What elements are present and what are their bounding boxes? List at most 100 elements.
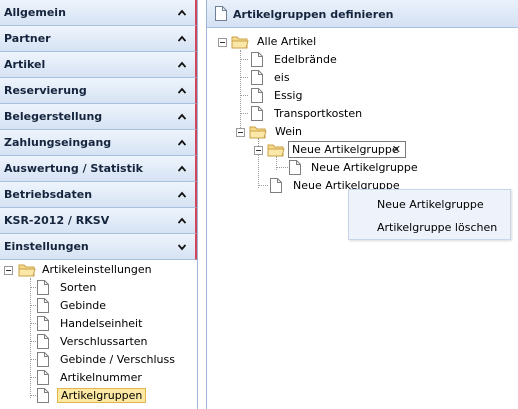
tree-item-label: Neue Artikelgruppe	[311, 161, 418, 174]
nav-section-label: Partner	[4, 32, 51, 45]
tree-root-artikeleinstellungen[interactable]: Artikeleinstellungen	[3, 262, 193, 278]
panel-title: Artikelgruppen definieren	[233, 8, 394, 21]
tree-root-label: Alle Artikel	[257, 35, 317, 48]
nav-section-label: Einstellungen	[4, 240, 89, 253]
tree-item-new-group-editing[interactable]	[253, 142, 289, 158]
nav-section-allgemein[interactable]: Allgemein	[0, 0, 197, 26]
chevron-up-icon[interactable]	[178, 139, 186, 147]
collapse-icon[interactable]	[4, 266, 13, 275]
chevron-down-icon[interactable]	[178, 243, 186, 251]
tree-root-label: Artikeleinstellungen	[42, 263, 152, 276]
tree-item-new-group-child[interactable]: Neue Artikelgruppe	[289, 160, 418, 178]
content-panel: Artikelgruppen definieren Alle Artikel E…	[206, 0, 518, 409]
document-icon	[37, 298, 49, 316]
document-icon	[215, 6, 227, 24]
nav-section-auswertung[interactable]: Auswertung / Statistik	[0, 156, 197, 182]
chevron-up-icon[interactable]	[178, 35, 186, 43]
tree-item-label: Handelseinheit	[60, 317, 143, 330]
nav-section-artikel[interactable]: Artikel	[0, 52, 197, 78]
nav-section-zahlungseingang[interactable]: Zahlungseingang	[0, 130, 197, 156]
chevron-up-icon[interactable]	[178, 61, 186, 69]
tree-item-label: Artikelgruppen	[57, 388, 147, 403]
nav-section-label: Betriebsdaten	[4, 188, 93, 201]
clear-icon[interactable]: ✕	[392, 143, 401, 156]
menu-item-delete-group[interactable]: Artikelgruppe löschen	[349, 215, 512, 239]
collapse-icon[interactable]	[218, 38, 227, 47]
chevron-up-icon[interactable]	[178, 165, 186, 173]
menu-item-new-group[interactable]: Neue Artikelgruppe	[349, 192, 512, 216]
tree-item-artikelgruppen-selected[interactable]: Artikelgruppen	[37, 388, 187, 404]
tree-item-gebinde[interactable]: Gebinde	[37, 298, 187, 314]
document-icon	[251, 70, 263, 88]
folder-open-icon	[18, 263, 36, 280]
rename-input[interactable]: Neue Artikelgruppe ✕	[288, 141, 406, 158]
tree-item-artikelnummer[interactable]: Artikelnummer	[37, 370, 187, 386]
nav-section-betriebsdaten[interactable]: Betriebsdaten	[0, 182, 197, 208]
folder-open-icon	[267, 143, 285, 160]
tree-item-verschlussarten[interactable]: Verschlussarten	[37, 334, 187, 350]
nav-section-label: Auswertung / Statistik	[4, 162, 143, 175]
nav-section-ksr[interactable]: KSR-2012 / RKSV	[0, 208, 197, 234]
nav-section-label: KSR-2012 / RKSV	[4, 214, 110, 227]
tree-item-label: Verschlussarten	[60, 335, 148, 348]
menu-item-label: Artikelgruppe löschen	[377, 221, 498, 234]
tree-connector	[240, 113, 248, 114]
document-icon	[37, 370, 49, 388]
collapse-icon[interactable]	[254, 146, 263, 155]
tree-connector	[276, 167, 288, 168]
nav-section-label: Artikel	[4, 58, 46, 71]
tree-item-label: eis	[274, 71, 290, 84]
chevron-up-icon[interactable]	[178, 9, 186, 17]
tree-root-alle-artikel[interactable]: Alle Artikel	[217, 34, 367, 50]
document-icon	[289, 160, 301, 178]
document-icon	[37, 316, 49, 334]
tree-item-eis[interactable]: eis	[251, 70, 381, 86]
menu-item-label: Neue Artikelgruppe	[377, 198, 484, 211]
tree-item-edelbraende[interactable]: Edelbrände	[251, 52, 381, 68]
panel-header: Artikelgruppen definieren	[207, 0, 518, 28]
chevron-up-icon[interactable]	[178, 113, 186, 121]
document-icon	[37, 388, 49, 406]
tree-item-label: Edelbrände	[274, 53, 337, 66]
nav-section-label: Allgemein	[4, 6, 66, 19]
tree-connector	[30, 278, 31, 398]
tree-connector	[240, 59, 248, 60]
folder-open-icon	[249, 125, 267, 142]
chevron-up-icon[interactable]	[178, 191, 186, 199]
tree-connector	[258, 185, 268, 186]
context-menu: Neue Artikelgruppe Artikelgruppe löschen	[348, 189, 511, 240]
tree-item-label: Gebinde	[60, 299, 107, 312]
document-icon	[37, 280, 49, 298]
tree-item-label: Transportkosten	[274, 107, 363, 120]
nav-section-belegerstellung[interactable]: Belegerstellung	[0, 104, 197, 130]
chevron-up-icon[interactable]	[178, 217, 186, 225]
tree-connector	[240, 77, 248, 78]
tree-item-handelseinheit[interactable]: Handelseinheit	[37, 316, 187, 332]
nav-section-reservierung[interactable]: Reservierung	[0, 78, 197, 104]
tree-item-label: Wein	[275, 125, 303, 138]
nav-section-einstellungen[interactable]: Einstellungen	[0, 234, 197, 260]
rename-input-value: Neue Artikelgruppe	[292, 143, 399, 156]
tree-item-sorten[interactable]: Sorten	[37, 280, 187, 296]
settings-tree: Artikeleinstellungen Sorten Gebinde Hand…	[0, 260, 197, 409]
tree-item-gebinde-verschluss[interactable]: Gebinde / Verschluss	[37, 352, 192, 368]
nav-section-partner[interactable]: Partner	[0, 26, 197, 52]
tree-item-essig[interactable]: Essig	[251, 88, 381, 104]
nav-section-label: Zahlungseingang	[4, 136, 112, 149]
collapse-icon[interactable]	[236, 128, 245, 137]
tree-connector	[240, 50, 241, 134]
chevron-up-icon[interactable]	[178, 87, 186, 95]
document-icon	[251, 52, 263, 70]
tree-item-label: Gebinde / Verschluss	[60, 353, 175, 366]
tree-item-transportkosten[interactable]: Transportkosten	[251, 106, 381, 122]
document-icon	[270, 178, 282, 196]
tree-connector	[240, 95, 248, 96]
document-icon	[251, 106, 263, 124]
document-icon	[251, 88, 263, 106]
nav-section-label: Reservierung	[4, 84, 87, 97]
tree-item-wein[interactable]: Wein	[235, 124, 365, 140]
left-navigation: Allgemein Partner Artikel Reservierung B…	[0, 0, 198, 409]
document-icon	[37, 352, 49, 370]
tree-item-label: Sorten	[60, 281, 97, 294]
folder-open-icon	[231, 35, 249, 52]
